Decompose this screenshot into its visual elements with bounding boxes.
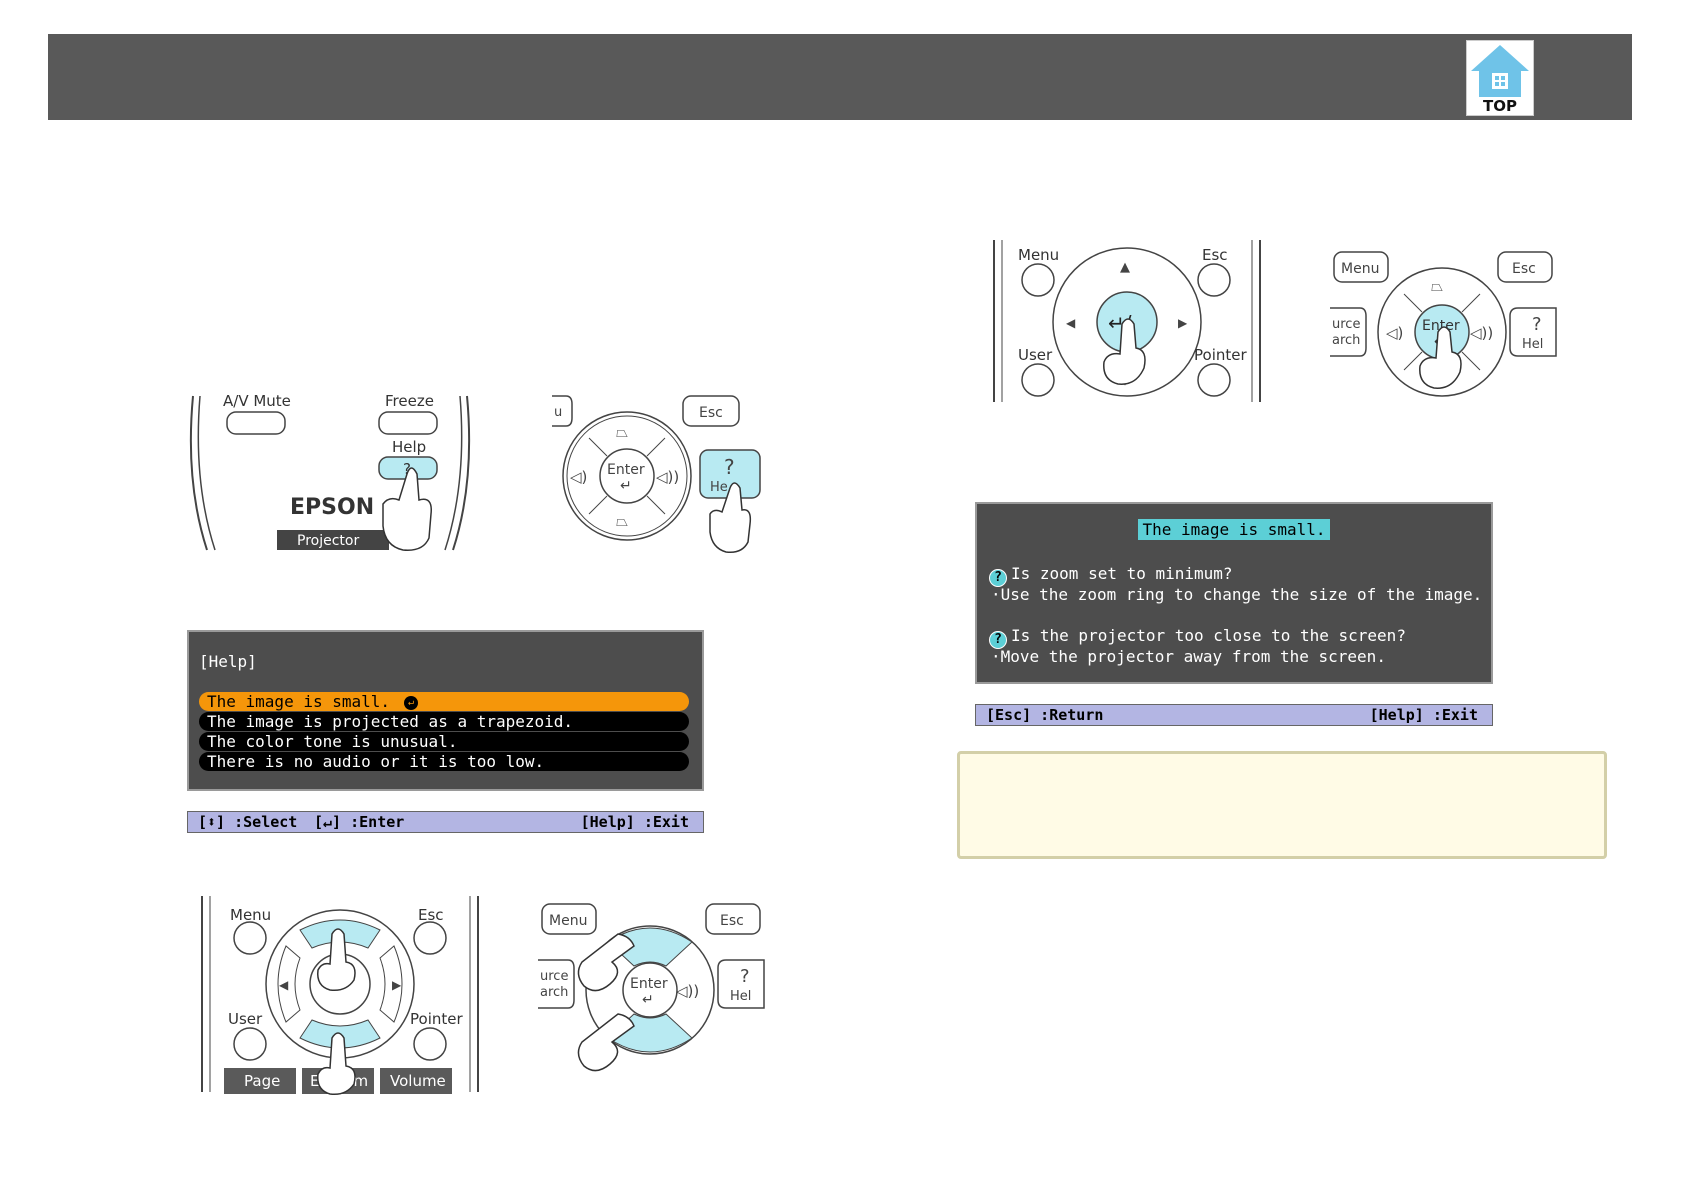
status-exit: [Help] :Exit xyxy=(1369,706,1478,724)
svg-text:Enter: Enter xyxy=(630,976,668,992)
right-arrow-icon: ▶ xyxy=(392,978,402,992)
help-menu-item-small[interactable]: The image is small. ↵ xyxy=(199,692,689,711)
pointing-hand-icon xyxy=(382,467,432,551)
svg-text:Esc: Esc xyxy=(1202,246,1228,264)
home-icon xyxy=(1471,45,1529,97)
status-enter: [↵] :Enter xyxy=(314,813,405,831)
user-button[interactable] xyxy=(1021,363,1055,397)
source-search-button[interactable] xyxy=(1330,307,1367,357)
enter-icon: ↵ xyxy=(404,695,419,710)
enter-arrow-icon: ↵ xyxy=(620,478,632,494)
svg-text:Page: Page xyxy=(244,1072,280,1090)
user-button[interactable] xyxy=(233,1027,267,1061)
volume-up-icon: ◁)) xyxy=(1470,324,1493,342)
top-button[interactable]: TOP xyxy=(1466,40,1534,116)
svg-text:Menu: Menu xyxy=(1018,246,1059,264)
help-menu-window: [Help] The image is small. ↵ The image is… xyxy=(187,630,704,791)
help-label: Help xyxy=(392,438,426,456)
svg-text:Hel: Hel xyxy=(1522,337,1543,352)
help-menu-item-trapezoid[interactable]: The image is projected as a trapezoid. xyxy=(199,712,689,731)
panel-select-illustration: Menu Esc urce arch Enter ↵ ◁)) ? Hel xyxy=(538,903,765,1072)
left-arrow-icon: ◀ xyxy=(1066,316,1076,330)
svg-text:Volume: Volume xyxy=(390,1072,446,1090)
av-mute-label: A/V Mute xyxy=(223,392,291,410)
svg-text:arch: arch xyxy=(540,985,568,1000)
av-mute-button[interactable] xyxy=(226,411,286,435)
svg-text:Hel: Hel xyxy=(730,989,751,1004)
svg-text:urce: urce xyxy=(1332,317,1360,332)
svg-text:Enter: Enter xyxy=(607,462,645,478)
svg-text:He: He xyxy=(710,480,728,495)
keystone-up-icon: ⏢ xyxy=(1431,277,1443,295)
menu-button[interactable] xyxy=(1021,263,1055,297)
svg-text:User: User xyxy=(228,1010,263,1028)
help-detail-status-bar: [Esc] :Return [Help] :Exit xyxy=(975,704,1493,726)
help-menu-item-color[interactable]: The color tone is unusual. xyxy=(199,732,689,751)
help-menu-status-bar: [⬍] :Select [↵] :Enter [Help] :Exit xyxy=(187,811,704,833)
svg-text:?: ? xyxy=(740,966,750,987)
remote-enter-illustration: Menu Esc ▲ ▼ ◀ ▶ ↵/ User Pointer xyxy=(993,240,1261,402)
svg-text:Pointer: Pointer xyxy=(1194,346,1247,364)
question-zoom: Is zoom set to minimum? xyxy=(1011,564,1233,583)
right-arrow-icon: ▶ xyxy=(1178,316,1188,330)
esc-button[interactable] xyxy=(1197,263,1231,297)
volume-up-icon: ◁)) xyxy=(676,982,699,1000)
svg-text:Menu: Menu xyxy=(1341,261,1379,277)
keystone-down-icon: ⏢ xyxy=(616,512,628,530)
svg-text:Menu: Menu xyxy=(549,913,587,929)
svg-text:Pointer: Pointer xyxy=(410,1010,463,1028)
remote-select-illustration: Menu Esc ◀ ▶ User Pointer Page E-Zoom Vo… xyxy=(201,896,479,1096)
svg-text:arch: arch xyxy=(1332,333,1360,348)
pointer-button[interactable] xyxy=(1197,363,1231,397)
help-detail-window: The image is small. ? Is zoom set to mini… xyxy=(975,502,1493,684)
svg-text:User: User xyxy=(1018,346,1053,364)
svg-text:u: u xyxy=(554,405,562,420)
help-detail-title: The image is small. xyxy=(1138,519,1330,540)
svg-text:Esc: Esc xyxy=(720,913,744,929)
volume-down-icon: ◁) xyxy=(570,468,587,486)
volume-up-icon: ◁)) xyxy=(656,468,679,486)
panel-enter-illustration: Menu Esc urce arch ⏢ ◁) ◁)) Enter ↵ ? He… xyxy=(1330,251,1557,397)
left-arrow-icon: ◀ xyxy=(279,978,289,992)
esc-button[interactable] xyxy=(413,921,447,955)
answer-distance: ·Move the projector away from the screen… xyxy=(991,647,1386,666)
status-return: [Esc] :Return xyxy=(986,706,1104,724)
freeze-label: Freeze xyxy=(385,392,434,410)
enter-arrow-icon: ↵ xyxy=(642,992,654,1008)
help-menu-item-audio[interactable]: There is no audio or it is too low. xyxy=(199,752,689,771)
header-bar xyxy=(48,34,1632,120)
svg-text:Esc: Esc xyxy=(1512,261,1536,277)
freeze-button[interactable] xyxy=(378,411,438,435)
svg-text:Esc: Esc xyxy=(699,405,723,421)
svg-text:?: ? xyxy=(724,455,735,479)
remote-help-illustration: A/V Mute Freeze Help ? EPSON Projector xyxy=(189,392,471,551)
volume-down-icon: ◁) xyxy=(1386,324,1403,342)
svg-text:?: ? xyxy=(1532,314,1542,335)
answer-zoom: ·Use the zoom ring to change the size of… xyxy=(991,585,1483,604)
keystone-up-icon: ⏢ xyxy=(616,423,628,441)
menu-button[interactable] xyxy=(233,921,267,955)
question-distance: Is the projector too close to the screen… xyxy=(1011,626,1406,645)
projector-label: Projector xyxy=(297,533,359,549)
top-label: TOP xyxy=(1483,97,1517,115)
pointer-button[interactable] xyxy=(413,1027,447,1061)
status-exit: [Help] :Exit xyxy=(580,813,689,831)
note-box xyxy=(957,751,1607,859)
source-search-button[interactable] xyxy=(538,959,575,1009)
svg-text:urce: urce xyxy=(540,969,568,984)
panel-help-illustration: u Esc Enter ↵ ⏢ ⏢ ◁) ◁)) ? He xyxy=(552,395,761,554)
epson-logo: EPSON xyxy=(290,495,374,520)
up-arrow-icon: ▲ xyxy=(1120,260,1130,275)
status-select: [⬍] :Select xyxy=(198,813,298,831)
help-menu-title: [Help] xyxy=(199,652,257,671)
